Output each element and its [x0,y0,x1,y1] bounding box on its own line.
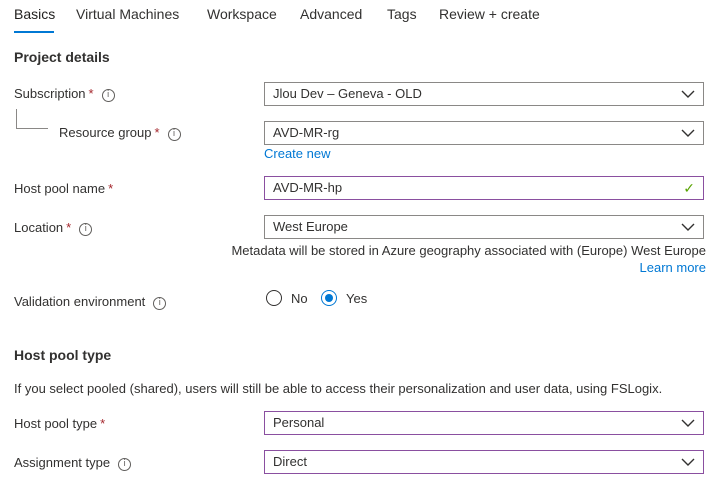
info-icon[interactable]: i [79,223,93,236]
info-icon[interactable]: i [101,89,115,102]
subscription-value: Jlou Dev – Geneva - OLD [273,86,422,101]
info-icon[interactable]: i [118,458,132,471]
location-value: West Europe [273,219,348,234]
info-icon[interactable]: i [167,128,181,141]
tab-basics[interactable]: Basics [14,6,55,22]
resource-group-value: AVD-MR-rg [273,125,340,140]
resource-group-dropdown[interactable]: AVD-MR-rg [264,121,704,145]
subscription-label: Subscription * i [14,86,115,102]
active-tab-indicator [14,31,54,33]
host-pool-type-value: Personal [273,415,325,430]
tab-review-create[interactable]: Review + create [439,6,540,22]
chevron-down-icon [681,90,695,98]
tab-virtual-machines[interactable]: Virtual Machines [76,6,179,22]
host-pool-type-description: If you select pooled (shared), users wil… [14,381,663,396]
location-label-text: Location [14,220,64,235]
required-marker: * [88,86,94,101]
assignment-type-label: Assignment type i [14,455,132,471]
required-marker: * [154,125,160,140]
resource-group-label: Resource group * i [59,125,181,141]
subscription-label-text: Subscription [14,86,86,101]
create-new-link[interactable]: Create new [264,146,330,161]
chevron-down-icon [681,458,695,466]
host-pool-type-heading: Host pool type [14,347,112,363]
location-label: Location * i [14,220,93,236]
validation-environment-label-text: Validation environment [14,294,146,309]
assignment-type-label-text: Assignment type [14,455,111,470]
validation-environment-label: Validation environment i [14,294,167,310]
validation-no-radio[interactable] [266,290,282,306]
checkmark-icon: ✓ [683,181,695,197]
assignment-type-value: Direct [273,454,307,469]
host-pool-type-label-text: Host pool type [14,416,98,431]
chevron-down-icon [681,223,695,231]
required-marker: * [66,220,72,235]
host-pool-name-label: Host pool name * [14,181,113,196]
validation-no-label[interactable]: No [291,291,308,306]
host-pool-name-value: AVD-MR-hp [273,180,343,195]
chevron-down-icon [681,419,695,427]
tab-tags[interactable]: Tags [387,6,417,22]
host-pool-type-label: Host pool type * [14,416,105,431]
project-details-heading: Project details [14,49,110,65]
host-pool-name-label-text: Host pool name [14,181,106,196]
host-pool-type-dropdown[interactable]: Personal [264,411,704,435]
host-pool-name-input[interactable]: AVD-MR-hp ✓ [264,176,704,200]
validation-yes-radio[interactable] [321,290,337,306]
location-metadata-note: Metadata will be stored in Azure geograp… [231,243,706,258]
info-icon[interactable]: i [153,297,167,310]
learn-more-link[interactable]: Learn more [640,260,706,275]
tree-connector-vertical [16,109,17,129]
resource-group-label-text: Resource group [59,125,152,140]
assignment-type-dropdown[interactable]: Direct [264,450,704,474]
tab-advanced[interactable]: Advanced [300,6,362,22]
tab-workspace[interactable]: Workspace [207,6,277,22]
required-marker: * [100,416,106,431]
chevron-down-icon [681,129,695,137]
subscription-dropdown[interactable]: Jlou Dev – Geneva - OLD [264,82,704,106]
required-marker: * [108,181,114,196]
location-dropdown[interactable]: West Europe [264,215,704,239]
validation-yes-label[interactable]: Yes [346,291,367,306]
tree-connector-horizontal [16,128,48,129]
